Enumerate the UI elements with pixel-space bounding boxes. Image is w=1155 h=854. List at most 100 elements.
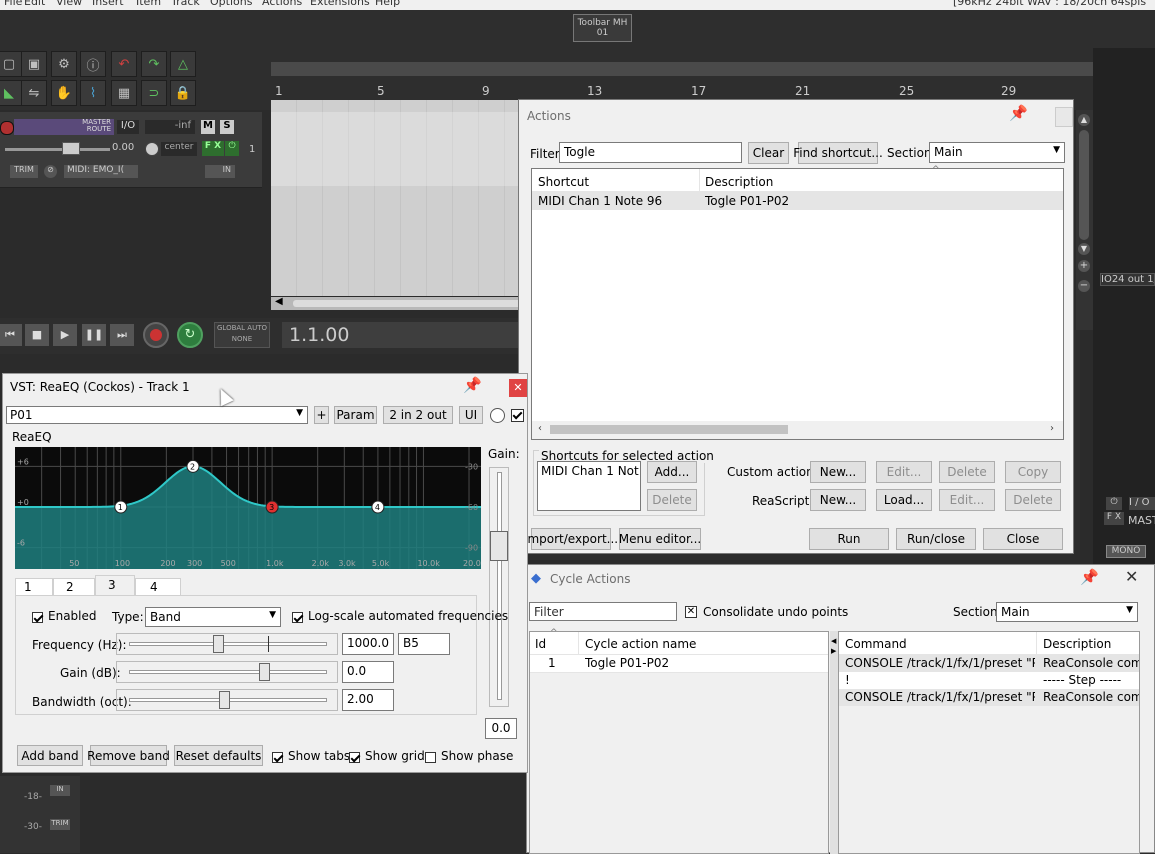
add-preset-button[interactable]: + <box>314 406 329 424</box>
io-button[interactable]: I/O <box>117 120 139 134</box>
metronome-icon[interactable]: △ <box>170 51 196 77</box>
wet-knob-icon[interactable] <box>490 408 505 423</box>
consolidate-checkbox[interactable]: ✕ <box>685 606 697 618</box>
redo-icon[interactable]: ↷ <box>141 51 167 77</box>
tab-band-3[interactable]: 3 <box>95 575 135 596</box>
gain-db-thumb[interactable] <box>259 663 270 681</box>
tab-band-2[interactable]: 2 <box>53 578 95 595</box>
filter-input[interactable]: Togle <box>559 142 742 163</box>
command-list[interactable]: Command Description CONSOLE /track/1/fx/… <box>838 631 1140 854</box>
actions-hscroll[interactable]: ‹ › <box>532 421 1063 439</box>
go-to-end-icon[interactable]: ⏭ <box>110 324 134 346</box>
actions-titlebar[interactable] <box>519 100 1073 130</box>
add-shortcut-button[interactable]: Add... <box>647 461 697 483</box>
global-auto-button[interactable]: GLOBAL AUTO NONE <box>214 322 270 348</box>
custom-edit-button[interactable]: Edit... <box>876 461 932 483</box>
table-row[interactable]: 1 Togle P01-P02 <box>530 655 828 673</box>
run-button[interactable]: Run <box>809 528 889 550</box>
menu-options[interactable]: Options <box>210 0 252 8</box>
show-phase-checkbox[interactable] <box>425 750 436 764</box>
master-gain-thumb[interactable] <box>490 531 508 561</box>
menu-track[interactable]: Track <box>171 0 200 8</box>
pan-knob-icon[interactable] <box>145 142 159 156</box>
actions-close-icon[interactable] <box>1055 107 1073 127</box>
timeline-ruler[interactable] <box>271 62 1093 76</box>
horizontal-scrollbar[interactable]: ◀ <box>271 296 521 310</box>
undo-icon[interactable]: ↶ <box>111 51 137 77</box>
reaeq-pin-icon[interactable]: 📌 <box>463 376 482 394</box>
bandwidth-value[interactable]: 2.00 <box>342 689 394 711</box>
mixer-in-button[interactable]: IN <box>50 785 70 796</box>
play-icon[interactable]: ▶ <box>53 324 77 346</box>
right-zoom-in-icon[interactable]: + <box>1078 260 1090 272</box>
col-name-header[interactable]: Cycle action name <box>585 637 696 651</box>
menu-edit[interactable]: Edit <box>24 0 45 8</box>
reaeq-close-icon[interactable]: ✕ <box>509 379 527 397</box>
frequency-slider[interactable] <box>116 633 338 655</box>
project-settings-icon[interactable]: ⚙ <box>51 51 77 77</box>
frequency-value[interactable]: 1000.0 <box>342 633 394 655</box>
trim-button[interactable]: TRIM <box>10 165 38 178</box>
right-scroll-up-icon[interactable]: ▲ <box>1078 114 1090 126</box>
phase-icon[interactable]: ⊘ <box>44 165 57 178</box>
io-routing-button[interactable]: 2 in 2 out <box>383 406 453 424</box>
splitter-handle[interactable]: ◀ ▶ <box>830 631 838 854</box>
stop-icon[interactable]: ■ <box>25 324 49 346</box>
midi-input-select[interactable]: MIDI: EMO_I( <box>64 165 138 178</box>
in-monitor-button[interactable]: IN <box>205 165 235 178</box>
enabled-checkbox[interactable] <box>32 610 43 624</box>
cycle-filter-input[interactable]: Filter <box>529 602 677 621</box>
bandwidth-slider[interactable] <box>116 689 338 711</box>
right-io-button[interactable]: I / O <box>1129 497 1155 510</box>
right-mono-button[interactable]: MONO <box>1106 545 1146 558</box>
scroll-left-icon[interactable]: ◀ <box>275 296 283 307</box>
lock-icon[interactable]: 🔒 <box>170 80 196 106</box>
reset-defaults-button[interactable]: Reset defaults <box>174 745 263 766</box>
right-scroll-down-icon[interactable]: ▼ <box>1078 243 1090 255</box>
reascript-delete-button[interactable]: Delete <box>1005 489 1061 511</box>
gain-db-value[interactable]: 0.0 <box>342 661 394 683</box>
master-gain-slider[interactable] <box>489 467 509 707</box>
shortcut-listbox[interactable]: MIDI Chan 1 Note 96 <box>537 461 641 511</box>
bandwidth-thumb[interactable] <box>219 691 230 709</box>
go-to-start-icon[interactable]: ⏮ <box>0 324 22 346</box>
right-vertical-scroll[interactable] <box>1076 110 1093 330</box>
scroll-left-icon[interactable]: ‹ <box>538 423 542 434</box>
remove-band-button[interactable]: Remove band <box>87 745 170 766</box>
add-band-button[interactable]: Add band <box>17 745 83 766</box>
section-select[interactable]: Main ▼ <box>929 142 1065 163</box>
menu-editor-button[interactable]: Menu editor... <box>619 528 701 550</box>
scroll-right-icon[interactable]: › <box>1050 423 1054 434</box>
find-shortcut-button[interactable]: Find shortcut... <box>793 142 883 164</box>
table-row[interactable]: CONSOLE /track/1/fx/1/preset "P01" ReaCo… <box>839 655 1139 672</box>
close-button[interactable]: Close <box>983 528 1063 550</box>
pause-icon[interactable]: ❚❚ <box>82 324 106 346</box>
volume-slider[interactable] <box>5 148 110 151</box>
shortcut-item[interactable]: MIDI Chan 1 Note 96 <box>541 464 639 478</box>
delete-shortcut-button[interactable]: Delete <box>647 489 697 511</box>
col-id-header[interactable]: Id <box>535 637 546 651</box>
solo-button[interactable]: S <box>220 120 234 134</box>
table-row[interactable]: MIDI Chan 1 Note 96 Togle P01-P02 <box>532 192 1063 210</box>
table-row[interactable]: ! ----- Step ----- <box>839 672 1139 689</box>
new-project-icon[interactable]: ▢ <box>0 51 22 77</box>
note-value[interactable]: B5 <box>398 633 450 655</box>
clear-button[interactable]: Clear <box>748 142 789 164</box>
snap-grid-icon[interactable]: ▦ <box>111 80 137 106</box>
loop-icon[interactable]: ⊃ <box>141 80 167 106</box>
right-fx-button[interactable]: F X <box>1104 512 1124 525</box>
master-gain-value[interactable]: 0.0 <box>485 718 517 739</box>
ui-button[interactable]: UI <box>459 406 483 424</box>
repeat-icon[interactable]: ↻ <box>177 322 203 348</box>
log-scale-checkbox[interactable] <box>292 610 303 624</box>
menu-actions[interactable]: Actions <box>262 0 302 8</box>
volume-thumb[interactable] <box>62 142 80 155</box>
gain-db-slider[interactable] <box>116 661 338 683</box>
right-zoom-out-icon[interactable]: − <box>1078 280 1090 292</box>
menu-extensions[interactable]: Extensions <box>310 0 370 8</box>
cycle-pin-icon[interactable]: 📌 <box>1080 568 1099 586</box>
menu-help[interactable]: Help <box>375 0 400 8</box>
menu-view[interactable]: View <box>56 0 82 8</box>
col-description-header[interactable]: Description <box>705 175 773 189</box>
eq-graph-svg[interactable]: +6 +0 -6 -30 -60 -90 50 100 200 300 500 1.0k 2.0k 3.0… <box>15 447 486 569</box>
